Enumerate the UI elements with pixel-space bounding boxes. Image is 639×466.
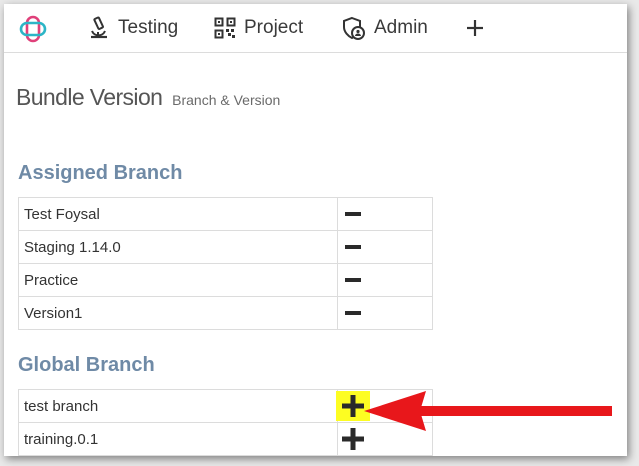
action-cell [336, 197, 433, 231]
nav-admin[interactable]: Admin [342, 14, 428, 42]
page-title: Bundle Version Branch & Version [16, 84, 280, 111]
remove-branch-button[interactable] [336, 265, 370, 295]
assigned-branch-table: Test Foysal Staging 1.14.0 Practice Vers… [18, 197, 433, 330]
branch-name: Version1 [18, 296, 338, 330]
table-row: Staging 1.14.0 [18, 230, 433, 264]
minus-icon [345, 311, 361, 315]
nav-admin-label: Admin [374, 17, 428, 38]
minus-icon [345, 212, 361, 216]
branch-name: training.0.1 [18, 422, 338, 456]
table-row: Test Foysal [18, 197, 433, 231]
nav-add-button[interactable] [462, 14, 488, 42]
shield-user-icon [343, 16, 365, 40]
remove-branch-button[interactable] [336, 298, 370, 328]
page-subtitle: Branch & Version [172, 92, 281, 108]
red-arrow-annotation [364, 391, 612, 431]
remove-branch-button[interactable] [336, 199, 370, 229]
nav-project-label: Project [244, 17, 304, 38]
action-cell [336, 230, 433, 264]
action-cell [336, 263, 433, 297]
global-branch-heading: Global Branch [18, 354, 155, 376]
minus-icon [345, 278, 361, 282]
table-row: Practice [18, 263, 433, 297]
plus-icon [467, 20, 483, 36]
microscope-icon [91, 16, 107, 39]
app-logo-icon[interactable] [18, 14, 48, 44]
qr-code-icon [214, 17, 236, 39]
minus-icon [345, 245, 361, 249]
top-navbar: Testing Project Admin [4, 4, 627, 53]
branch-name: Staging 1.14.0 [18, 230, 338, 264]
branch-name: Test Foysal [18, 197, 338, 231]
remove-branch-button[interactable] [336, 232, 370, 262]
assigned-branch-heading: Assigned Branch [18, 162, 183, 184]
branch-name: Practice [18, 263, 338, 297]
branch-name: test branch [18, 389, 338, 423]
nav-testing[interactable]: Testing [88, 14, 178, 42]
nav-project[interactable]: Project [214, 14, 303, 42]
nav-testing-label: Testing [118, 17, 179, 38]
action-cell [336, 296, 433, 330]
app-window: Testing Project Admin Bundle Version Bra… [4, 4, 627, 456]
page-title-text: Bundle Version [16, 84, 163, 110]
table-row: Version1 [18, 296, 433, 330]
